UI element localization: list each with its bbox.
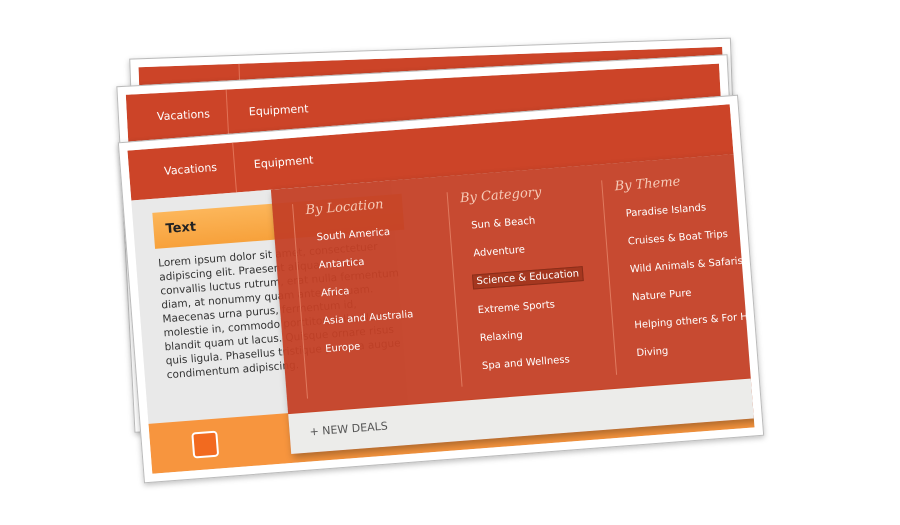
new-deals-link[interactable]: + NEW DEALS [309, 420, 388, 439]
menu-item[interactable]: Adventure [470, 243, 529, 260]
column-category: By Category Sun & Beach Adventure Scienc… [446, 180, 613, 387]
sidebar-heading-text: Text [165, 219, 197, 237]
menu-item[interactable]: Relaxing [476, 329, 526, 346]
menu-item[interactable]: Spa and Wellness [479, 353, 574, 373]
nav-equipment[interactable]: Equipment [249, 102, 309, 118]
menu-item[interactable]: Asia and Australia [320, 308, 417, 328]
rss-icon[interactable] [191, 430, 220, 459]
menu-item[interactable]: Europe [322, 340, 364, 356]
front-card: Vacations Equipment Text Lorem ipsum dol… [117, 94, 765, 484]
nav-equipment[interactable]: Equipment [253, 153, 314, 171]
menu-item[interactable]: Antartica [315, 256, 368, 273]
column-location: By Location South America Antartica Afri… [292, 192, 458, 399]
menu-item[interactable]: Extreme Sports [474, 298, 558, 317]
menu-item[interactable]: Nature Pure [629, 287, 695, 305]
menu-item[interactable]: South America [313, 226, 393, 245]
menu-item[interactable]: Cruises & Boat Trips [624, 228, 731, 249]
column-title: By Category [459, 185, 542, 207]
column-theme: By Theme Paradise Islands Cruises & Boat… [601, 167, 755, 375]
menu-item-highlighted[interactable]: Science & Education [471, 266, 584, 290]
column-title: By Theme [614, 174, 681, 195]
column-title: By Location [305, 197, 385, 219]
nav-vacations[interactable]: Vacations [164, 161, 218, 178]
menu-item[interactable]: Wild Animals & Safaris [627, 255, 747, 277]
menu-item[interactable]: Diving [633, 345, 672, 361]
nav-vacations[interactable]: Vacations [157, 107, 211, 123]
menu-item[interactable]: Helping others & For Hope [631, 309, 755, 333]
menu-item[interactable]: Paradise Islands [622, 201, 709, 221]
menu-item[interactable]: Sun & Beach [468, 214, 539, 232]
mega-dropdown: By Location South America Antartica Afri… [270, 151, 755, 454]
menu-item[interactable]: Africa [318, 285, 353, 301]
